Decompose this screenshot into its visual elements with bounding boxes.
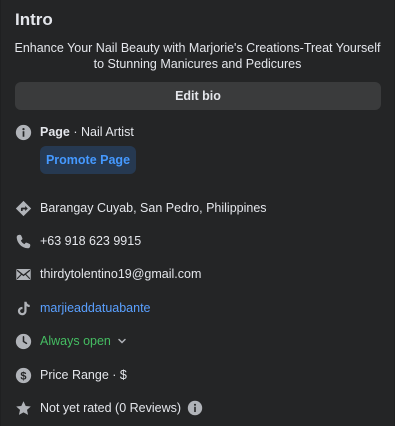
email-text[interactable]: thirdytolentino19@gmail.com (40, 267, 201, 281)
bio-text: Enhance Your Nail Beauty with Marjorie's… (14, 41, 381, 71)
rating-text: Not yet rated (0 Reviews) (40, 401, 182, 415)
phone-icon (15, 233, 32, 250)
mail-icon (15, 266, 32, 283)
tiktok-row: marjieaddatuabante (15, 298, 384, 318)
tiktok-link[interactable]: marjieaddatuabante (40, 301, 151, 315)
phone-text[interactable]: +63 918 623 9915 (40, 234, 141, 248)
page-category-row: Page · Nail Artist (15, 122, 384, 142)
price-range-row: $ Price Range · $ (15, 365, 384, 385)
hours-row: Always open (15, 331, 384, 351)
page-separator: · (69, 125, 81, 139)
info-icon[interactable] (187, 400, 203, 416)
intro-card: Intro Enhance Your Nail Beauty with Marj… (1, 0, 394, 426)
address-text: Barangay Cuyab, San Pedro, Philippines (40, 201, 267, 215)
tiktok-icon (15, 300, 32, 317)
page-label: Page (40, 125, 70, 139)
email-row: thirdytolentino19@gmail.com (15, 264, 384, 284)
clock-icon (15, 333, 32, 350)
rating-row: Not yet rated (0 Reviews) (15, 398, 384, 418)
promote-page-button[interactable]: Promote Page (40, 146, 136, 174)
dollar-icon: $ (15, 367, 32, 384)
price-range-text: Price Range · $ (40, 368, 127, 382)
svg-text:$: $ (20, 370, 26, 382)
page-category: Nail Artist (81, 125, 134, 139)
edit-bio-button[interactable]: Edit bio (15, 82, 381, 110)
phone-row: +63 918 623 9915 (15, 231, 384, 251)
star-icon (15, 400, 32, 417)
chevron-down-icon[interactable] (117, 336, 127, 346)
intro-title: Intro (15, 10, 53, 29)
info-icon (15, 124, 32, 141)
address-row: Barangay Cuyab, San Pedro, Philippines (15, 198, 384, 218)
directions-icon (15, 200, 32, 217)
hours-text[interactable]: Always open (40, 334, 111, 348)
